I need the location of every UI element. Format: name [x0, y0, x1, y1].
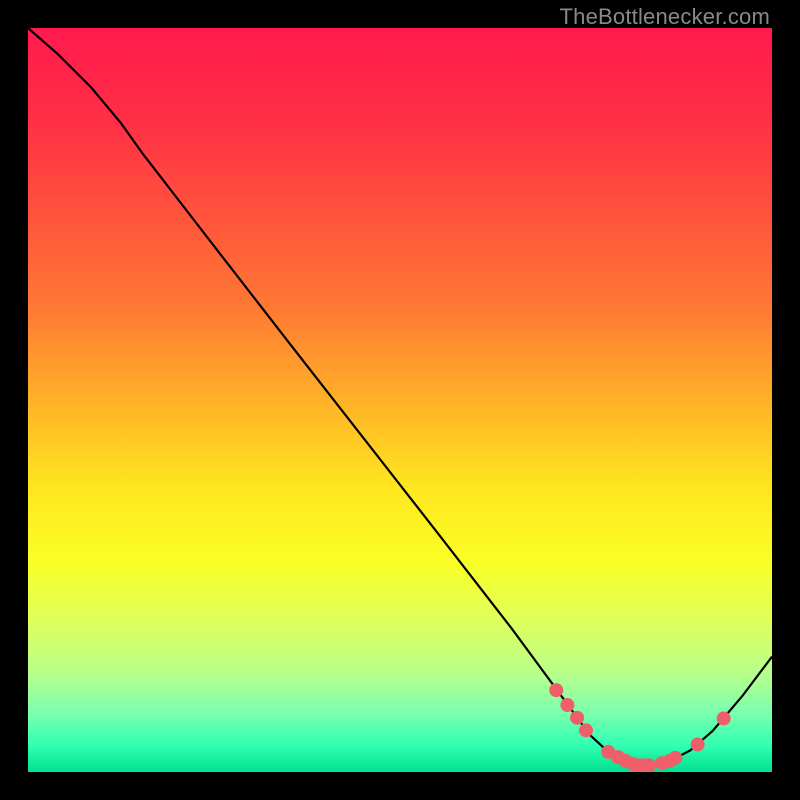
data-marker [549, 683, 563, 697]
watermark-text: TheBottlenecker.com [560, 4, 770, 30]
data-marker [560, 698, 574, 712]
data-marker [668, 751, 682, 765]
chart-svg [28, 28, 772, 772]
data-marker [642, 758, 656, 772]
data-marker [579, 723, 593, 737]
data-marker [691, 737, 705, 751]
chart-plot-area [28, 28, 772, 772]
gradient-background [28, 28, 772, 772]
data-marker [717, 711, 731, 725]
data-marker [570, 711, 584, 725]
